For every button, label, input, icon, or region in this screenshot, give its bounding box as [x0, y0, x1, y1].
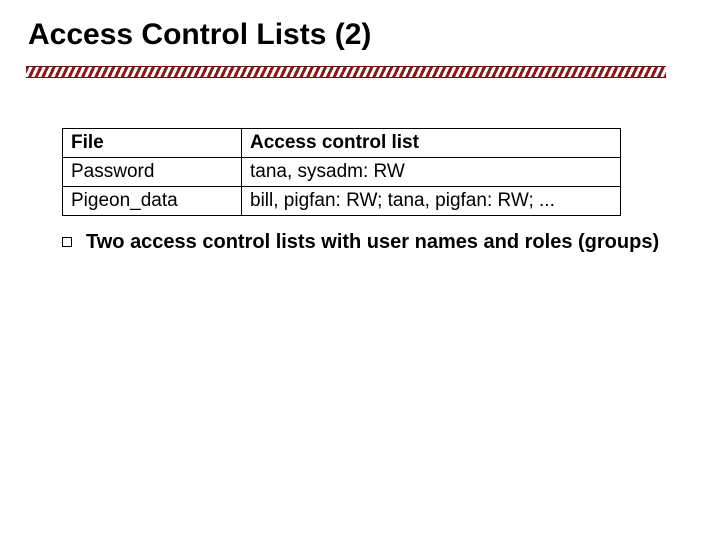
slide-title: Access Control Lists (2) [28, 18, 371, 52]
cell-acl: tana, sysadm: RW [242, 158, 621, 187]
bullet-list: Two access control lists with user names… [62, 230, 662, 255]
cell-file: Pigeon_data [63, 187, 242, 216]
table-row: Password tana, sysadm: RW [63, 158, 621, 187]
acl-table: File Access control list Password tana, … [62, 128, 621, 216]
slide: Access Control Lists (2) File Access con… [0, 0, 720, 540]
table-header-row: File Access control list [63, 129, 621, 158]
table-row: Pigeon_data bill, pigfan: RW; tana, pigf… [63, 187, 621, 216]
list-item: Two access control lists with user names… [62, 230, 662, 255]
title-divider [26, 66, 666, 78]
col-header-acl: Access control list [242, 129, 621, 158]
cell-file: Password [63, 158, 242, 187]
col-header-file: File [63, 129, 242, 158]
acl-table-wrap: File Access control list Password tana, … [62, 128, 621, 216]
square-bullet-icon [62, 237, 72, 247]
bullet-text: Two access control lists with user names… [86, 230, 659, 255]
cell-acl: bill, pigfan: RW; tana, pigfan: RW; ... [242, 187, 621, 216]
